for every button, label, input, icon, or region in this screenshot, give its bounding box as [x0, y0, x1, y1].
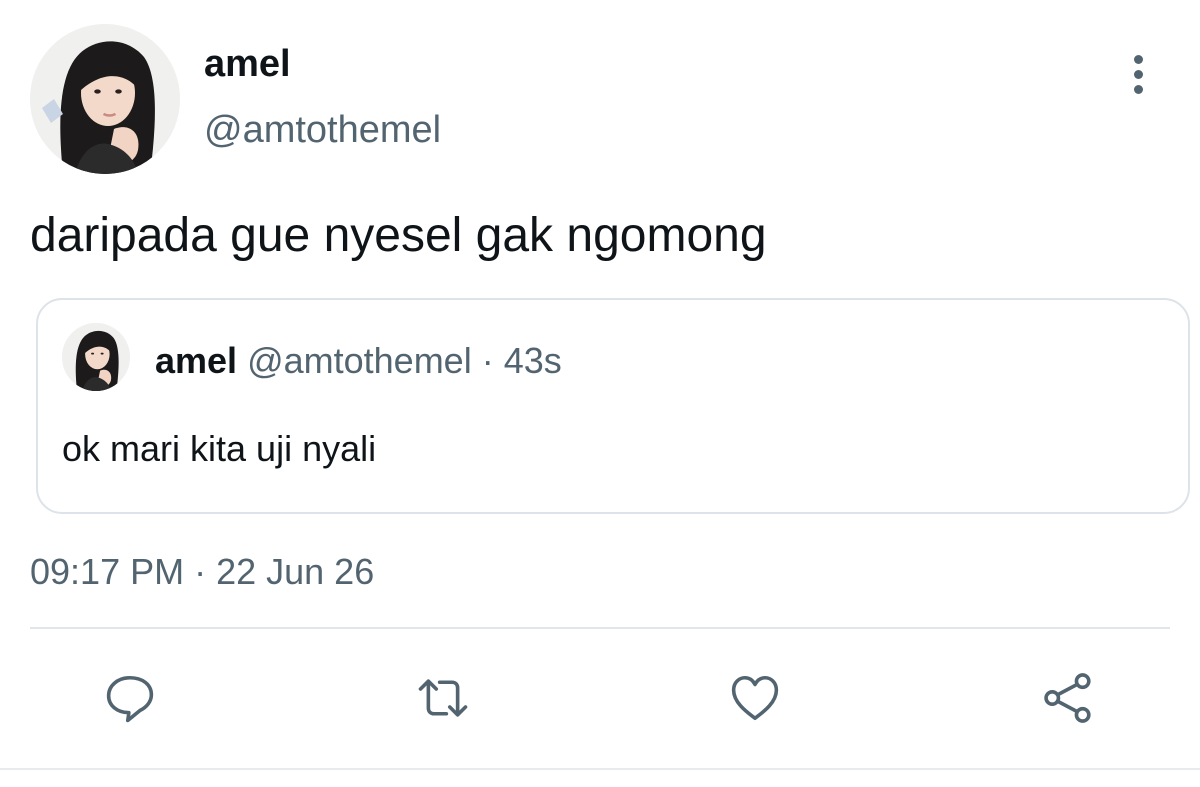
quoted-author-meta: @amtothemel · 43s: [237, 340, 562, 381]
tweet: amel @amtothemel daripada gue nyesel gak…: [0, 0, 1200, 787]
dot: [1133, 54, 1143, 64]
bottom-divider: [0, 768, 1200, 770]
dot: [1133, 84, 1143, 94]
dot: [1133, 69, 1143, 79]
author-display-name[interactable]: amel: [204, 42, 291, 86]
tweet-text: daripada gue nyesel gak ngomong: [30, 209, 767, 262]
more-options-icon[interactable]: [1118, 50, 1158, 98]
quoted-tweet-text: ok mari kita uji nyali: [62, 428, 377, 469]
heart-icon: [731, 675, 779, 721]
share-nodes-icon: [1044, 673, 1091, 723]
share-button[interactable]: [1038, 668, 1098, 728]
avatar-photo: [62, 323, 130, 391]
author-handle[interactable]: @amtothemel: [204, 108, 441, 152]
speech-bubble-icon: [106, 675, 154, 723]
quoted-tweet-header: amel @amtothemel · 43s: [155, 340, 562, 382]
quoted-author-name: amel: [155, 340, 238, 381]
reply-button[interactable]: [100, 668, 160, 728]
tweet-timestamp[interactable]: 09:17 PM · 22 Jun 26: [30, 550, 374, 594]
retweet-arrows-icon: [418, 679, 468, 717]
quoted-tweet-card[interactable]: [36, 298, 1190, 514]
avatar-photo: [30, 24, 180, 174]
divider: [30, 627, 1170, 629]
like-button[interactable]: [725, 668, 785, 728]
author-avatar[interactable]: [30, 24, 180, 174]
retweet-button[interactable]: [413, 668, 473, 728]
quoted-author-avatar: [62, 323, 130, 391]
